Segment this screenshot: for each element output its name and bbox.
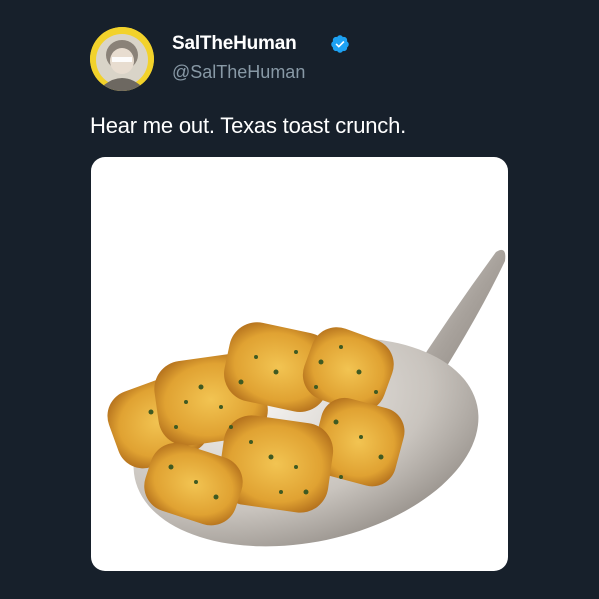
tweet-media-image[interactable] <box>91 157 508 571</box>
avatar[interactable] <box>90 27 154 91</box>
display-name[interactable]: SalTheHuman <box>172 33 297 55</box>
tweet-text: Hear me out. Texas toast crunch. <box>90 113 407 138</box>
verified-badge-icon <box>331 35 349 53</box>
user-handle[interactable]: @SalTheHuman <box>172 62 305 83</box>
tweet-card: SalTheHuman @SalTheHuman Hear me out. Te… <box>0 0 599 599</box>
